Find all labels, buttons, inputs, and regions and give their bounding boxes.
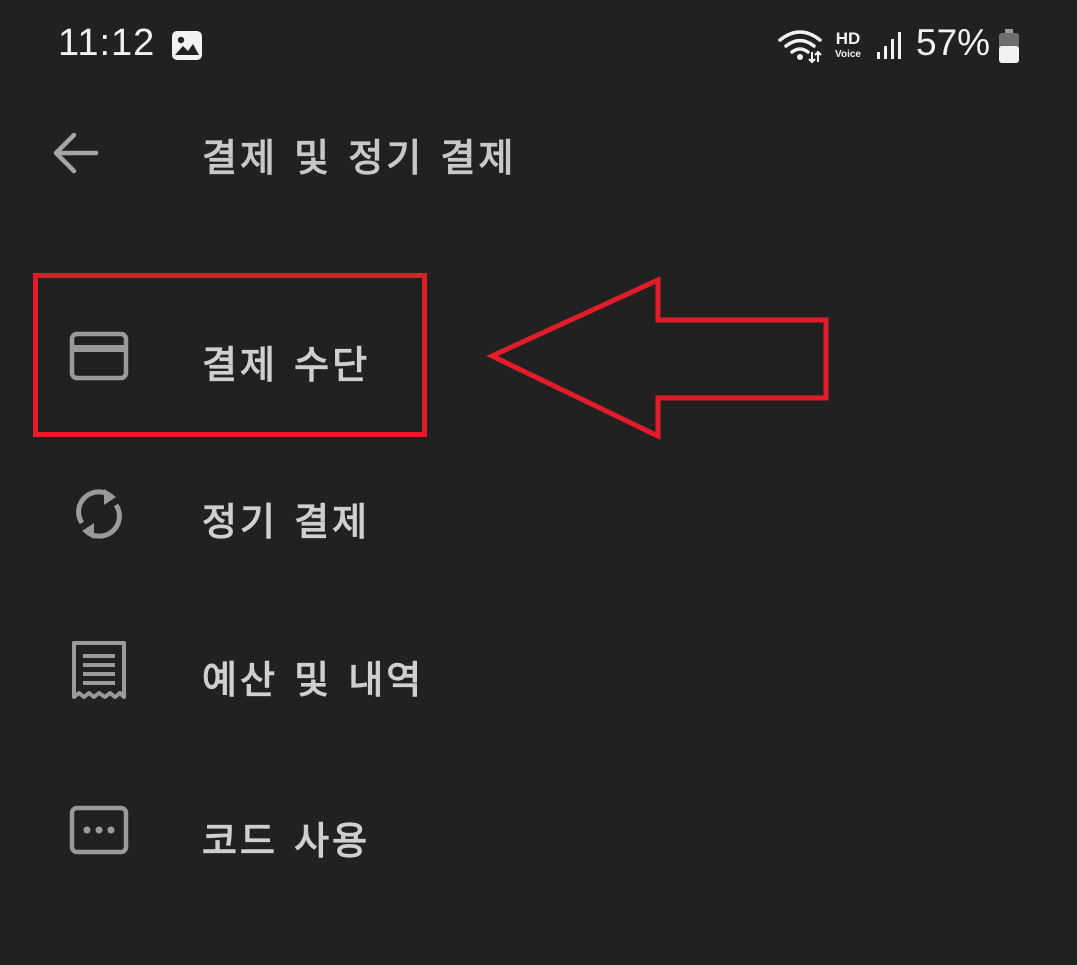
status-time: 11:12 (58, 22, 156, 64)
back-arrow-icon[interactable] (50, 127, 102, 179)
screen: 11:12 HD Voice 57% 결제 및 정기 결제 결제 수단 정기 결… (0, 0, 1077, 965)
battery-icon (999, 29, 1019, 63)
menu-item-redeem-code[interactable]: 코드 사용 (40, 774, 1040, 884)
photo-icon (172, 31, 202, 60)
hd-label: HD (836, 29, 861, 48)
page-title: 결제 및 정기 결제 (202, 136, 517, 180)
receipt-icon (72, 641, 126, 699)
menu-item-label: 정기 결제 (202, 500, 371, 544)
sync-icon (76, 489, 122, 539)
signal-icon (877, 32, 901, 59)
menu-item-label: 예산 및 내역 (202, 658, 425, 702)
menu-item-label: 결제 수단 (202, 343, 371, 387)
menu-item-payment-methods[interactable]: 결제 수단 (40, 298, 1040, 408)
menu-item-subscriptions[interactable]: 정기 결제 (40, 461, 1040, 571)
battery-percent: 57% (916, 22, 991, 63)
voice-label: Voice (835, 49, 861, 60)
credit-card-icon (69, 331, 129, 381)
menu-item-label: 코드 사용 (202, 819, 371, 863)
menu-item-budget-history[interactable]: 예산 및 내역 (40, 617, 1040, 727)
hd-voice-icon: HD Voice (835, 29, 861, 60)
redeem-code-icon (69, 805, 129, 855)
wifi-icon (778, 30, 822, 64)
